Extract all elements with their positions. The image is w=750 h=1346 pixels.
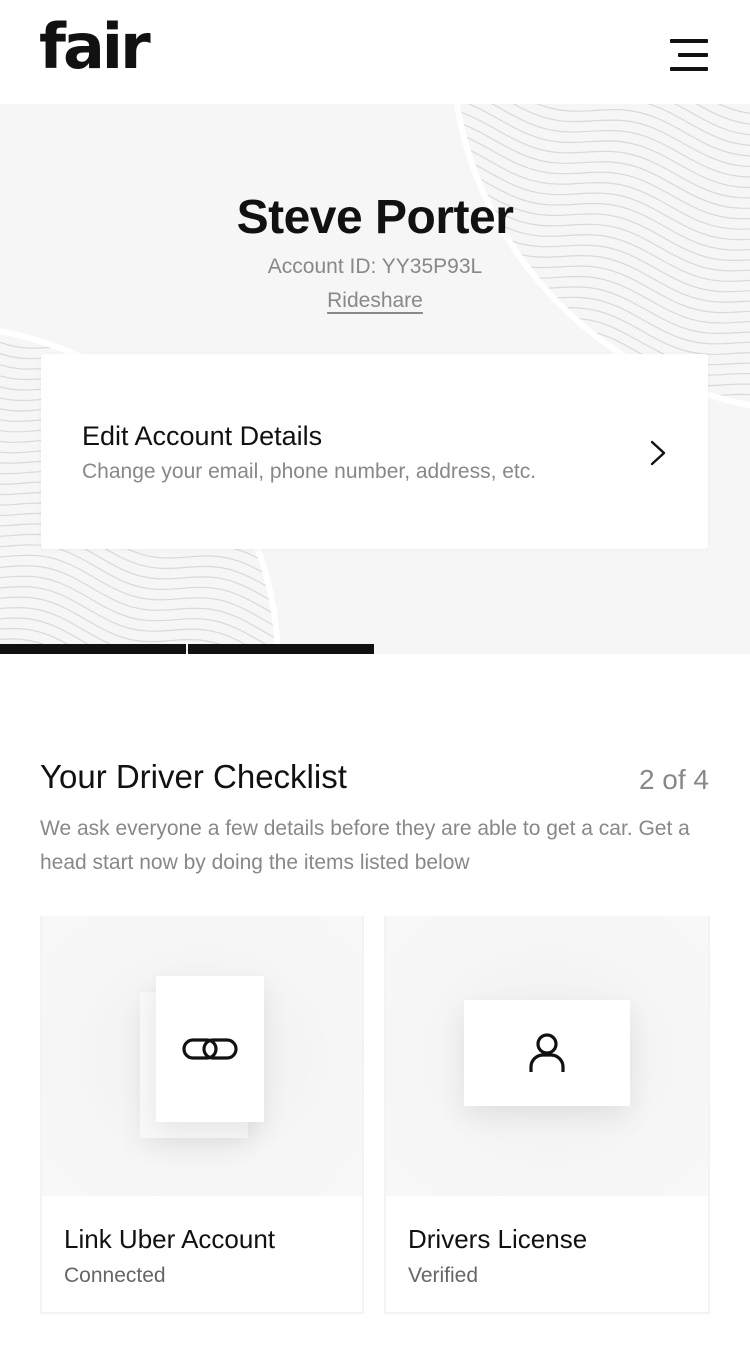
- progress-segment: [0, 644, 186, 654]
- task-label: Link Uber Account: [64, 1224, 276, 1254]
- profile-hero: Steve Porter Account ID: YY35P93L Ridesh…: [0, 104, 750, 654]
- task-label: Drivers License: [408, 1224, 588, 1254]
- hamburger-menu-icon[interactable]: [666, 36, 712, 76]
- link-icon: [182, 1038, 238, 1060]
- fair-logo[interactable]: fair: [39, 16, 151, 78]
- checklist-progress-bar: [0, 644, 750, 654]
- checklist-description: We ask everyone a few details before the…: [40, 817, 690, 874]
- chevron-right-icon: [650, 440, 666, 466]
- edit-account-subtitle: Change your email, phone number, address…: [82, 460, 537, 483]
- user-name: Steve Porter: [236, 191, 514, 244]
- checklist-title: Your Driver Checklist: [40, 758, 347, 795]
- task-illustration: [386, 916, 708, 1196]
- link-uber-account-card[interactable]: Link Uber Account Connected: [40, 916, 364, 1314]
- progress-segment: [188, 644, 374, 654]
- checklist-count: 2 of 4: [638, 764, 709, 795]
- program-type-link: Rideshare: [0, 289, 750, 313]
- app-header: fair: [0, 0, 750, 104]
- task-status: Verified: [408, 1264, 479, 1287]
- edit-account-title: Edit Account Details: [82, 421, 323, 451]
- drivers-license-card[interactable]: Drivers License Verified: [384, 916, 710, 1314]
- rideshare-link[interactable]: Rideshare: [327, 289, 423, 312]
- task-illustration: [42, 916, 362, 1196]
- user-icon: [529, 1033, 565, 1072]
- edit-account-details-card[interactable]: Edit Account Details Change your email, …: [41, 354, 708, 549]
- task-status: Connected: [64, 1264, 166, 1287]
- account-id: Account ID: YY35P93L: [267, 255, 483, 278]
